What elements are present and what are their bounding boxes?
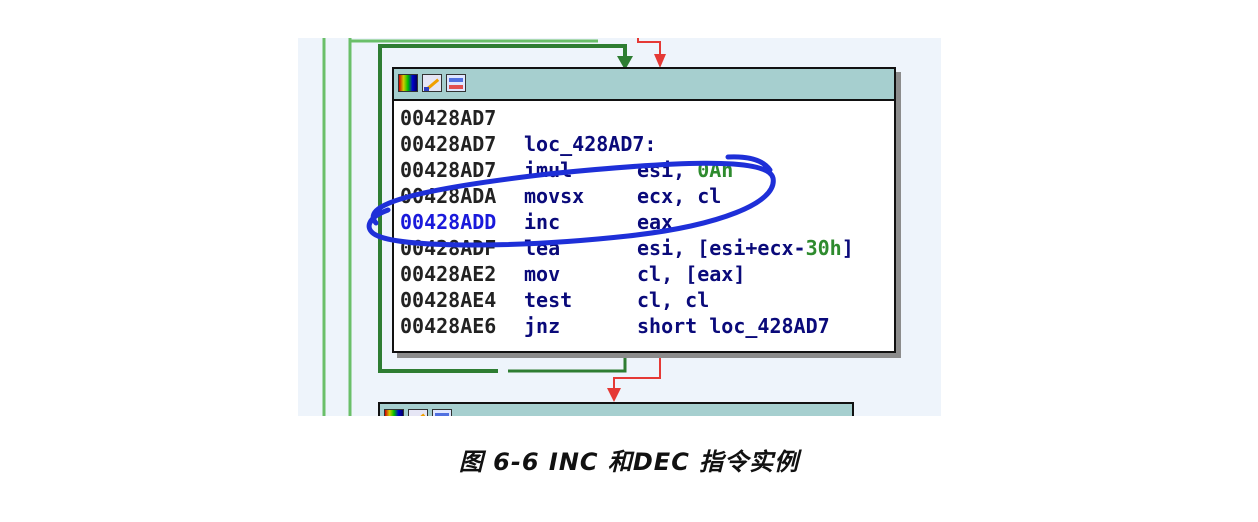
code-block[interactable]: 00428AD7 00428AD7 loc_428AD7: 00428AD7 imul e… [392, 67, 896, 353]
operands: ecx, cl [637, 184, 721, 208]
operand-text: ecx, cl [637, 184, 722, 208]
operand-text: cl, [eax] [637, 262, 746, 286]
edit-pencil-icon[interactable] [422, 74, 442, 92]
immediate-value: 30h [805, 236, 842, 260]
code-line[interactable]: 00428AD7 loc_428AD7: [400, 131, 854, 157]
operands: short loc_428AD7 [637, 314, 830, 338]
address: 00428ADD [400, 210, 497, 234]
operand-text: esi, [637, 158, 698, 182]
code-line[interactable]: 00428AE2 mov cl, [eax] [400, 261, 854, 287]
operands: esi, [esi+ecx-30h] [637, 236, 854, 260]
graph-view-icon[interactable] [446, 74, 466, 92]
address: 00428AD7 [400, 158, 497, 182]
mnemonic: inc [524, 210, 561, 234]
false-edge-top [637, 38, 661, 56]
operands: cl, cl [637, 288, 709, 312]
figure-caption: 图 6-6 INC 和DEC 指令实例 [458, 448, 800, 476]
mnemonic: jnz [524, 314, 561, 338]
code-line[interactable]: 00428AE6 jnz short loc_428AD7 [400, 313, 854, 339]
code-line[interactable]: 00428ADD inc eax [400, 209, 854, 235]
next-block-titlebar [380, 404, 852, 416]
address: 00428ADF [400, 236, 497, 260]
code-line[interactable]: 00428ADF lea esi, [esi+ecx-30h] [400, 235, 854, 261]
address: 00428AD7 [400, 132, 497, 156]
operands: cl, [eax] [637, 262, 745, 286]
code-line[interactable]: 00428AD7 [400, 105, 854, 131]
color-palette-icon[interactable] [384, 409, 404, 416]
operands: eax [637, 210, 673, 234]
operand-text: esi, [esi+ecx- [637, 236, 806, 260]
color-palette-icon[interactable] [398, 74, 418, 92]
operand-text: short loc_428AD7 [637, 314, 830, 338]
address: 00428AE6 [400, 314, 497, 338]
code-label[interactable]: loc_428AD7: [524, 132, 656, 156]
operands: esi, 0Ah [637, 158, 733, 182]
edit-pencil-icon[interactable] [408, 409, 428, 416]
address: 00428AE4 [400, 288, 497, 312]
operand-text: cl, cl [637, 288, 710, 312]
operand-text: ] [841, 236, 854, 260]
true-edge-bottom [508, 352, 627, 373]
next-code-block[interactable] [378, 402, 854, 416]
mnemonic: movsx [524, 184, 585, 208]
mnemonic: imul [524, 158, 573, 182]
graph-view-icon[interactable] [432, 409, 452, 416]
block-titlebar [394, 69, 894, 101]
address: 00428AD7 [400, 106, 497, 130]
address: 00428ADA [400, 184, 497, 208]
disassembly-listing: 00428AD7 00428AD7 loc_428AD7: 00428AD7 imul e… [400, 105, 854, 339]
code-line[interactable]: 00428ADA movsx ecx, cl [400, 183, 854, 209]
immediate-value: 0Ah [697, 158, 734, 182]
mnemonic: mov [524, 262, 561, 286]
operand-text: eax [637, 210, 674, 234]
ida-graph-view: 00428AD7 00428AD7 loc_428AD7: 00428AD7 imul e… [298, 38, 941, 416]
false-edge-top-arrow [654, 54, 666, 68]
address: 00428AE2 [400, 262, 497, 286]
mnemonic: test [524, 288, 573, 312]
mnemonic: lea [524, 236, 561, 260]
code-line[interactable]: 00428AE4 test cl, cl [400, 287, 854, 313]
code-line[interactable]: 00428AD7 imul esi, 0Ah [400, 157, 854, 183]
false-edge-bottom-arrow [607, 388, 621, 402]
